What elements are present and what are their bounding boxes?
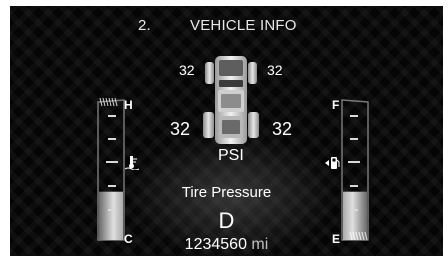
- page-title: VEHICLE INFO: [190, 17, 297, 34]
- temperature-high-label: H: [124, 98, 133, 112]
- vehicle-top-view-icon: [201, 50, 261, 150]
- fuel-gauge: F E: [325, 94, 372, 246]
- odometer-unit: mi: [251, 236, 269, 253]
- temperature-low-label: C: [124, 232, 133, 246]
- fuel-fill: [343, 191, 367, 240]
- front-left-tire-pressure: 32: [179, 62, 195, 78]
- rear-left-tire-pressure: 32: [170, 119, 191, 139]
- fuel-full-label: F: [332, 98, 340, 112]
- warning-message: Tire Pressure: [181, 184, 272, 201]
- fuel-empty-label: E: [332, 232, 341, 246]
- temperature-gauge: H C: [94, 94, 140, 246]
- rear-right-tire-pressure: 32: [272, 119, 293, 139]
- odometer: 1234560 mi: [10, 236, 443, 254]
- temperature-fill: [99, 191, 123, 240]
- coolant-temperature-icon: [124, 156, 140, 171]
- gear-indicator: D: [218, 208, 235, 233]
- page-number: 2.: [138, 17, 151, 34]
- front-right-tire-pressure: 32: [267, 62, 283, 78]
- fuel-pump-icon: [324, 156, 340, 170]
- odometer-value: 1234560: [184, 236, 247, 253]
- pressure-unit: PSI: [218, 147, 244, 164]
- cluster-screen: 2. VEHICLE INFO 32 32 32 32 PSI Tire Pre…: [10, 6, 443, 256]
